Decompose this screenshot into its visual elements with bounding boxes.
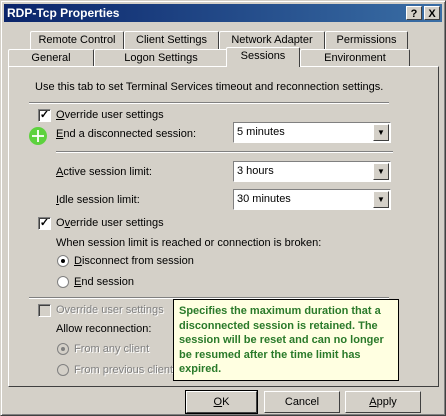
end-disconnected-combo[interactable]: 5 minutes ▼ — [233, 122, 391, 143]
chevron-down-icon[interactable]: ▼ — [373, 163, 389, 180]
allow-reconnection-label: Allow reconnection: — [56, 323, 152, 335]
chevron-down-icon[interactable]: ▼ — [373, 124, 389, 141]
end-session-radio[interactable] — [57, 276, 69, 288]
chevron-down-icon[interactable]: ▼ — [373, 191, 389, 208]
tooltip: Specifies the maximum duration that a di… — [173, 299, 399, 381]
active-limit-combo[interactable]: 3 hours ▼ — [233, 161, 391, 182]
separator — [56, 151, 393, 153]
idle-limit-combo[interactable]: 30 minutes ▼ — [233, 189, 391, 210]
cursor-highlight-icon — [29, 127, 47, 145]
override-user-settings-label-2: Override user settings — [56, 217, 164, 229]
separator — [29, 102, 389, 104]
from-previous-client-radio[interactable] — [57, 364, 69, 376]
properties-dialog: RDP-Tcp Properties ? X Remote Control Cl… — [0, 0, 446, 416]
override-user-settings-label-3: Override user settings — [56, 304, 164, 316]
end-disconnected-label: End a disconnected session: — [56, 128, 197, 140]
idle-limit-label: Idle session limit: — [56, 194, 140, 206]
disconnect-label: Disconnect from session — [74, 255, 194, 267]
disconnect-radio[interactable] — [57, 255, 69, 267]
from-previous-client-label: From previous client — [74, 364, 174, 376]
end-disconnected-value: 5 minutes — [237, 126, 285, 138]
override-user-settings-label-1: Override user settings — [56, 109, 164, 121]
from-any-client-radio[interactable] — [57, 343, 69, 355]
tooltip-text: Specifies the maximum duration that a di… — [179, 305, 384, 375]
override-user-settings-checkbox-2[interactable]: ✓ — [38, 217, 51, 230]
idle-limit-value: 30 minutes — [237, 193, 291, 205]
override-user-settings-checkbox-1[interactable]: ✓ — [38, 109, 51, 122]
from-any-client-label: From any client — [74, 343, 150, 355]
end-session-label: End session — [74, 276, 134, 288]
active-limit-label: Active session limit: — [56, 166, 152, 178]
override-user-settings-checkbox-3[interactable] — [38, 304, 51, 317]
when-limit-text: When session limit is reached or connect… — [56, 237, 322, 249]
active-limit-value: 3 hours — [237, 165, 274, 177]
intro-text: Use this tab to set Terminal Services ti… — [35, 81, 384, 93]
